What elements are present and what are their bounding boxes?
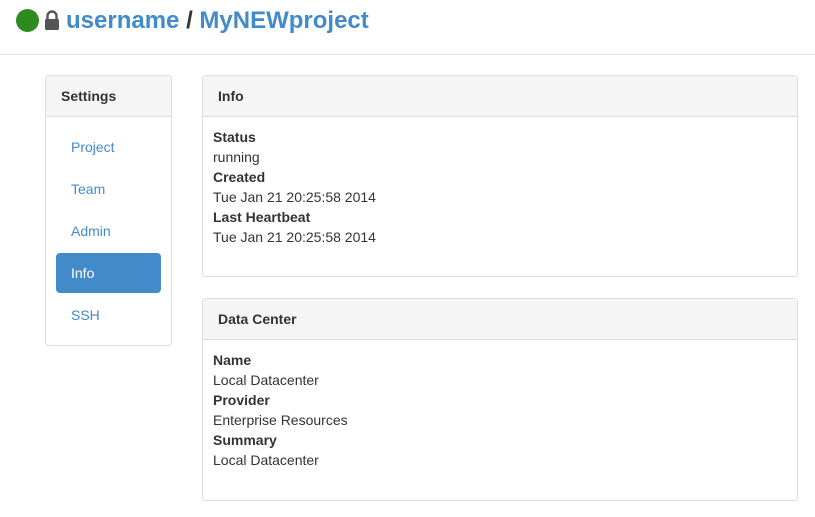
status-indicator	[16, 9, 39, 32]
page-title: username / MyNEWproject	[66, 7, 369, 35]
name-value: Local Datacenter	[213, 372, 319, 388]
lock-icon	[45, 10, 59, 30]
page-header: username / MyNEWproject	[0, 0, 815, 55]
sidebar-item-project[interactable]: Project	[56, 127, 161, 167]
settings-nav: Project Team Admin Info SSH	[46, 117, 171, 347]
last-heartbeat-value: Tue Jan 21 20:25:58 2014	[213, 229, 376, 245]
created-label: Created	[213, 169, 266, 185]
name-label: Name	[213, 352, 252, 368]
info-panel-body: Status running Created Tue Jan 21 20:25:…	[203, 117, 797, 257]
last-heartbeat-label: Last Heartbeat	[213, 209, 311, 225]
data-center-panel-title: Data Center	[203, 299, 797, 340]
summary-label: Summary	[213, 432, 277, 448]
data-center-panel: Data Center Name Local Datacenter Provid…	[202, 298, 798, 501]
sidebar-item-admin[interactable]: Admin	[56, 211, 161, 251]
info-panel-title: Info	[203, 76, 797, 117]
project-link[interactable]: MyNEWproject	[199, 7, 368, 34]
sidebar-item-info[interactable]: Info	[56, 253, 161, 293]
info-panel: Info Status running Created Tue Jan 21 2…	[202, 75, 798, 277]
provider-value: Enterprise Resources	[213, 412, 348, 428]
data-center-panel-body: Name Local Datacenter Provider Enterpris…	[203, 340, 797, 480]
status-value: running	[213, 149, 260, 165]
title-separator: /	[186, 7, 193, 34]
owner-link[interactable]: username	[66, 7, 179, 34]
created-value: Tue Jan 21 20:25:58 2014	[213, 189, 376, 205]
status-label: Status	[213, 129, 256, 145]
sidebar-title: Settings	[46, 76, 171, 117]
provider-label: Provider	[213, 392, 270, 408]
settings-sidebar: Settings Project Team Admin Info SSH	[45, 75, 172, 346]
sidebar-item-team[interactable]: Team	[56, 169, 161, 209]
summary-value: Local Datacenter	[213, 452, 319, 468]
sidebar-item-ssh[interactable]: SSH	[56, 295, 161, 335]
